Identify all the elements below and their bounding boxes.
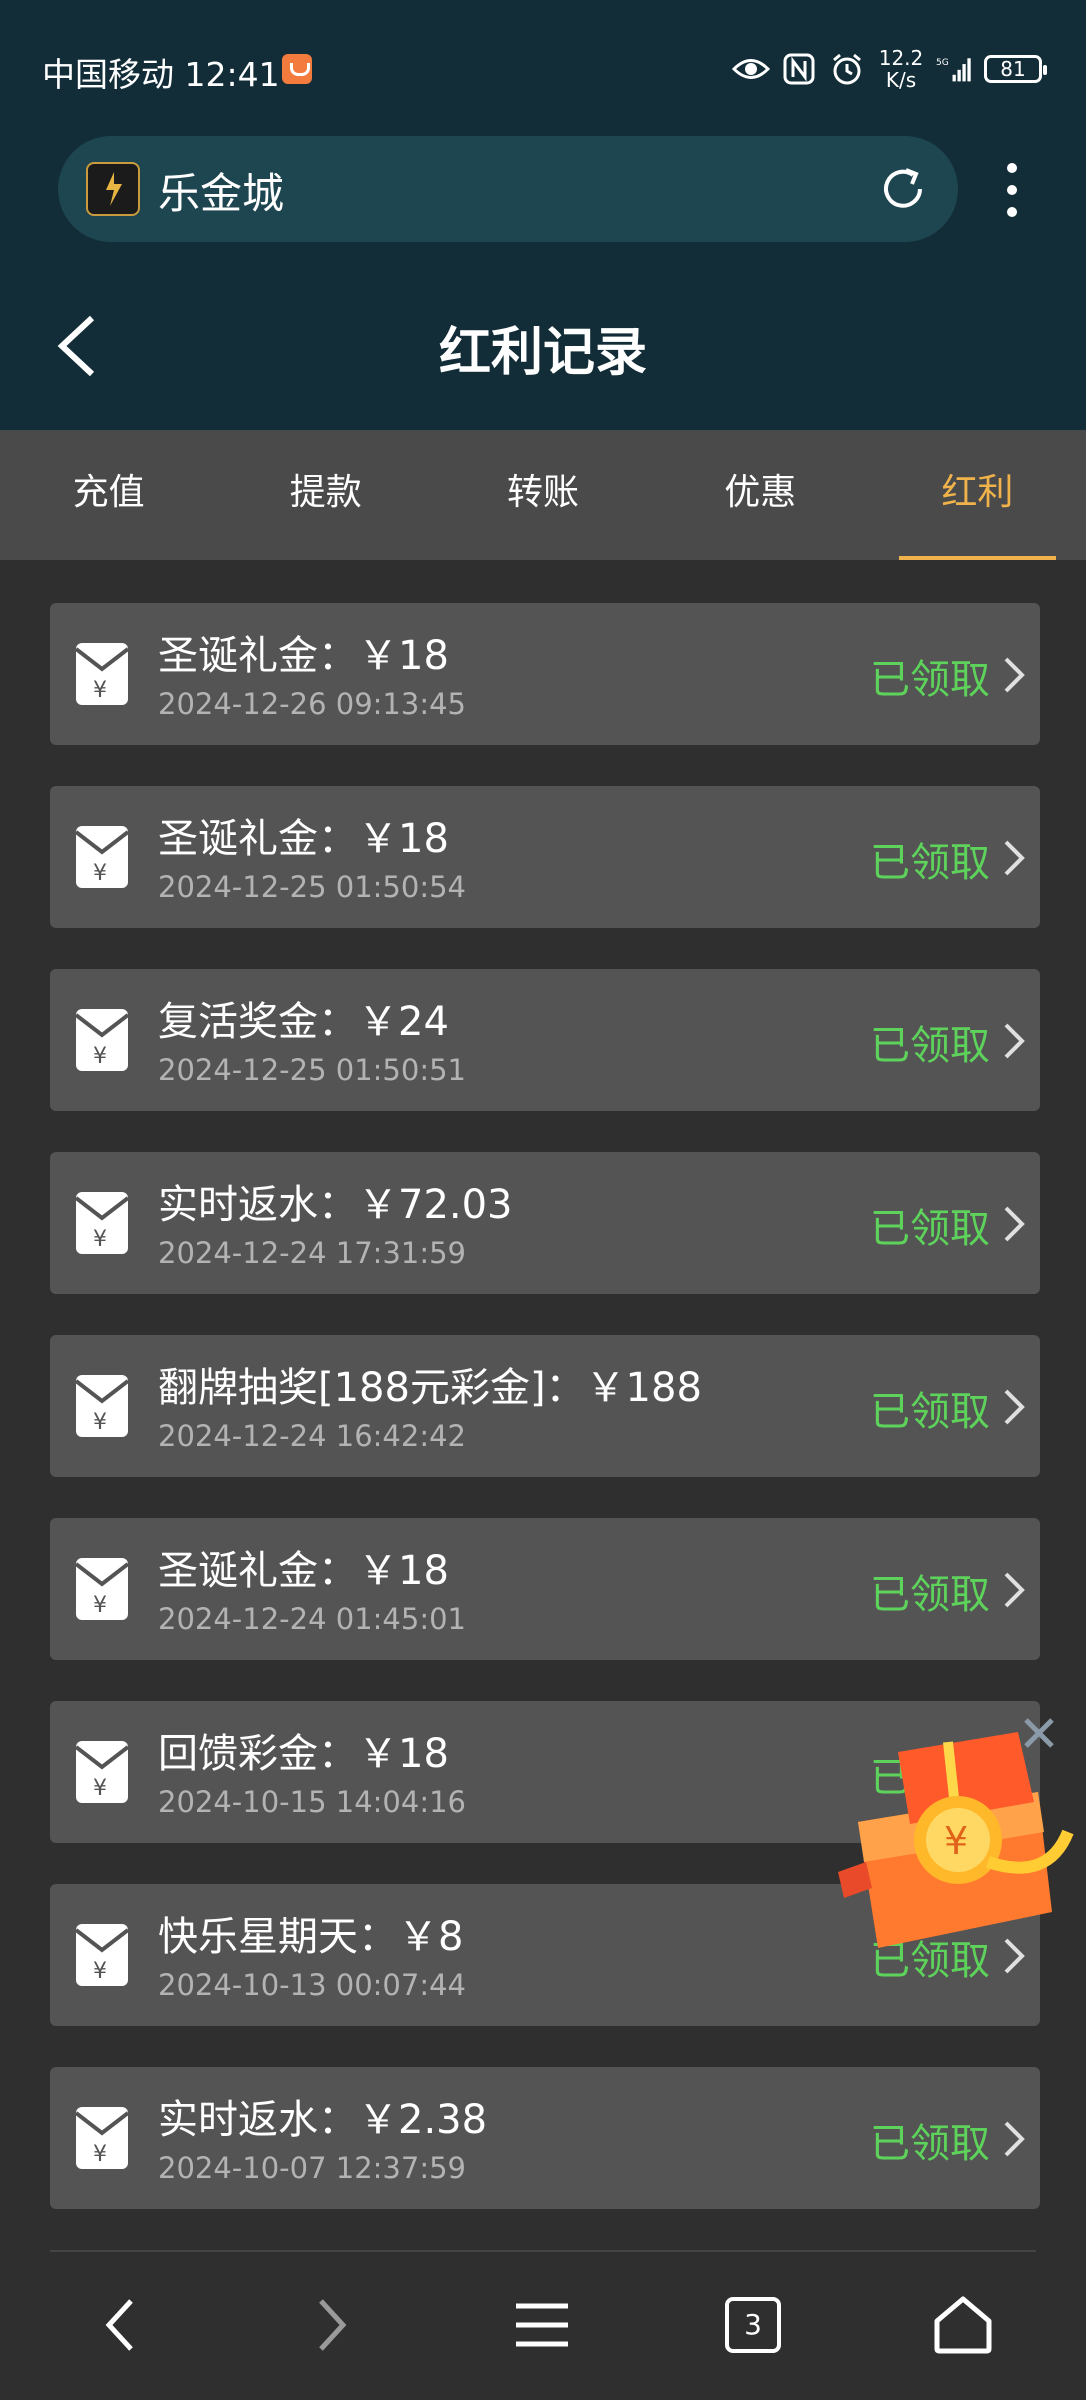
- record-name: 翻牌抽奖[188元彩金]：￥188: [158, 1365, 702, 1411]
- bonus-record-card[interactable]: ¥ 翻牌抽奖[188元彩金]：￥188 2024-12-24 16:42:42 已领取: [50, 1335, 1040, 1477]
- site-name: 乐金城: [158, 169, 285, 218]
- svg-text:¥: ¥: [93, 1959, 107, 1984]
- net-speed-unit: K/s: [885, 68, 917, 92]
- battery-level: 81: [1000, 57, 1026, 81]
- record-name: 圣诞礼金：￥18: [158, 1548, 449, 1594]
- divider: [50, 2250, 1036, 2252]
- record-status: 已领取: [870, 2121, 990, 2167]
- tab-count: 3: [725, 2297, 781, 2353]
- battery-indicator: 81: [984, 55, 1047, 83]
- bonus-record-card[interactable]: ¥ 圣诞礼金：￥18 2024-12-26 09:13:45 已领取: [50, 603, 1040, 745]
- tab-withdraw[interactable]: 提款: [217, 430, 434, 560]
- chevron-right-icon: [1002, 838, 1026, 878]
- red-envelope-icon: ¥: [74, 1741, 130, 1803]
- red-envelope-icon: ¥: [74, 826, 130, 888]
- home-icon[interactable]: [928, 2290, 998, 2360]
- record-name: 快乐星期天：￥8: [158, 1914, 464, 1960]
- page: 中国移动 12:41 12.2 K/s 5G 81 乐金城 红利记录 充值 提款…: [0, 0, 1086, 2400]
- record-date: 2024-12-24 16:42:42: [158, 1419, 466, 1453]
- tab-switcher-button[interactable]: 3: [718, 2290, 788, 2360]
- tab-promotion[interactable]: 优惠: [652, 430, 869, 560]
- record-name: 复活奖金：￥24: [158, 999, 449, 1045]
- svg-text:¥: ¥: [944, 1819, 968, 1863]
- page-title: 红利记录: [438, 323, 647, 383]
- record-date: 2024-12-26 09:13:45: [158, 687, 466, 721]
- tab-recharge[interactable]: 充值: [0, 430, 217, 560]
- record-date: 2024-10-15 14:04:16: [158, 1785, 466, 1819]
- bonus-record-list: ¥ 圣诞礼金：￥18 2024-12-26 09:13:45 已领取 ¥ 圣诞礼金：￥18…: [50, 603, 1040, 2250]
- eye-icon: [732, 50, 770, 88]
- app-notification-icon: [282, 54, 312, 84]
- record-status: 已领取: [870, 1572, 990, 1618]
- record-name: 回馈彩金：￥18: [158, 1731, 449, 1777]
- record-name: 圣诞礼金：￥18: [158, 633, 449, 679]
- chevron-right-icon: [1002, 1021, 1026, 1061]
- bonus-record-card[interactable]: ¥ 圣诞礼金：￥18 2024-12-25 01:50:54 已领取: [50, 786, 1040, 928]
- net-type-label: 5G: [936, 58, 949, 68]
- menu-icon[interactable]: [507, 2290, 577, 2360]
- svg-text:¥: ¥: [93, 1227, 107, 1252]
- chevron-right-icon: [1002, 1387, 1026, 1427]
- address-bar[interactable]: 乐金城: [58, 136, 958, 242]
- record-date: 2024-12-25 01:50:54: [158, 870, 466, 904]
- red-envelope-icon: ¥: [74, 643, 130, 705]
- red-envelope-icon: ¥: [74, 1558, 130, 1620]
- bonus-record-card[interactable]: ¥ 实时返水：￥2.38 2024-10-07 12:37:59 已领取: [50, 2067, 1040, 2209]
- chevron-right-icon: [1002, 1570, 1026, 1610]
- record-name: 实时返水：￥72.03: [158, 1182, 513, 1228]
- svg-text:¥: ¥: [93, 861, 107, 886]
- nav-back-icon[interactable]: [86, 2290, 156, 2360]
- record-status: 已领取: [870, 1023, 990, 1069]
- bonus-record-card[interactable]: ¥ 圣诞礼金：￥18 2024-12-24 01:45:01 已领取: [50, 1518, 1040, 1660]
- record-date: 2024-12-24 01:45:01: [158, 1602, 466, 1636]
- signal-icon: 5G: [936, 50, 974, 88]
- record-name: 圣诞礼金：￥18: [158, 816, 449, 862]
- red-envelope-icon: ¥: [74, 2107, 130, 2169]
- svg-text:¥: ¥: [93, 678, 107, 703]
- record-status: 已领取: [870, 1389, 990, 1435]
- status-bar: 中国移动 12:41 12.2 K/s 5G 81: [0, 0, 1086, 130]
- record-tabs: 充值 提款 转账 优惠 红利: [0, 430, 1086, 560]
- svg-text:¥: ¥: [93, 1776, 107, 1801]
- top-header: 中国移动 12:41 12.2 K/s 5G 81 乐金城 红利记录: [0, 0, 1086, 430]
- record-status: 已领取: [870, 657, 990, 703]
- chevron-right-icon: [1002, 1204, 1026, 1244]
- nfc-icon: [780, 50, 818, 88]
- record-date: 2024-10-07 12:37:59: [158, 2151, 466, 2185]
- carrier-time: 中国移动 12:41: [42, 55, 280, 94]
- svg-text:¥: ¥: [93, 2142, 107, 2167]
- tab-transfer[interactable]: 转账: [434, 430, 651, 560]
- tab-bonus[interactable]: 红利: [869, 430, 1086, 560]
- record-name: 实时返水：￥2.38: [158, 2097, 488, 2143]
- red-envelope-icon: ¥: [74, 1924, 130, 1986]
- red-envelope-icon: ¥: [74, 1375, 130, 1437]
- svg-text:¥: ¥: [93, 1593, 107, 1618]
- site-logo-icon: [86, 162, 140, 216]
- chevron-right-icon: [1002, 655, 1026, 695]
- alarm-icon: [828, 50, 866, 88]
- close-icon[interactable]: [1018, 1712, 1060, 1754]
- more-options-icon[interactable]: [994, 158, 1030, 222]
- record-date: 2024-12-25 01:50:51: [158, 1053, 466, 1087]
- bonus-record-card[interactable]: ¥ 实时返水：￥72.03 2024-12-24 17:31:59 已领取: [50, 1152, 1040, 1294]
- reload-icon[interactable]: [876, 162, 930, 216]
- record-date: 2024-10-13 00:07:44: [158, 1968, 466, 2002]
- status-icons: 12.2 K/s 5G 81: [732, 44, 1047, 94]
- chevron-right-icon: [1002, 2119, 1026, 2159]
- bonus-record-card[interactable]: ¥ 复活奖金：￥24 2024-12-25 01:50:51 已领取: [50, 969, 1040, 1111]
- net-speed: 12.2 K/s: [876, 47, 926, 91]
- svg-text:¥: ¥: [93, 1044, 107, 1069]
- nav-forward-icon[interactable]: [296, 2290, 366, 2360]
- browser-bottom-nav: 3: [0, 2250, 1086, 2400]
- record-date: 2024-12-24 17:31:59: [158, 1236, 466, 1270]
- record-status: 已领取: [870, 1206, 990, 1252]
- red-envelope-icon: ¥: [74, 1192, 130, 1254]
- svg-text:¥: ¥: [93, 1410, 107, 1435]
- red-envelope-icon: ¥: [74, 1009, 130, 1071]
- record-status: 已领取: [870, 840, 990, 886]
- net-speed-value: 12.2: [878, 46, 924, 70]
